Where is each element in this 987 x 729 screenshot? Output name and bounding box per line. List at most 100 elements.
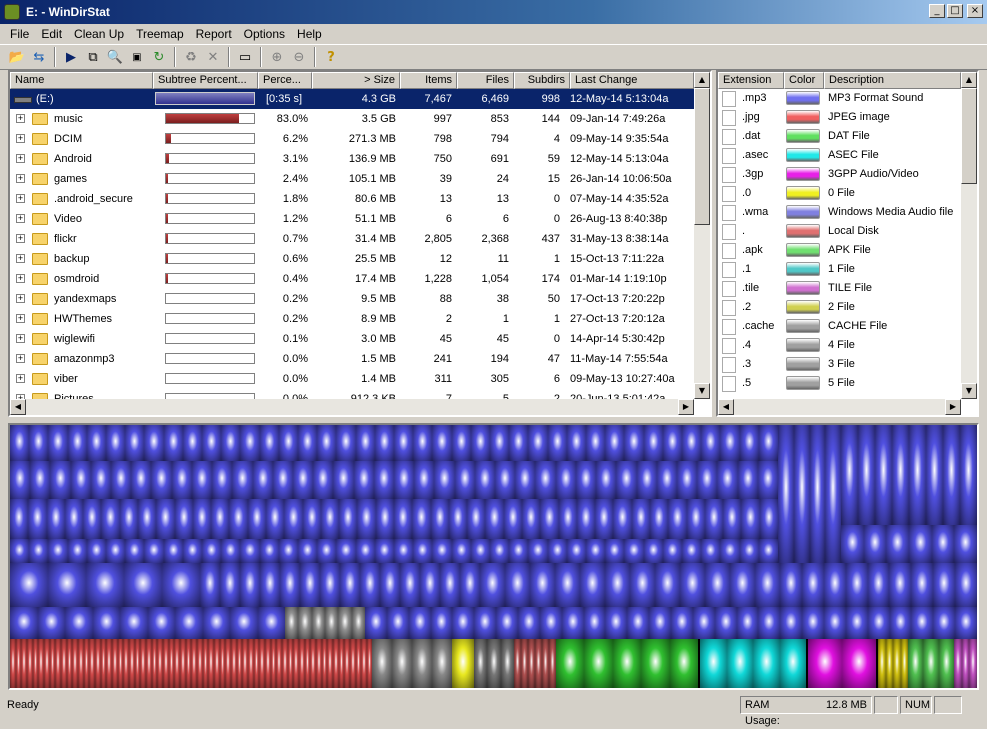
table-row[interactable]: + games 2.4% 105.1 MB 39 24 15 26-Jan-14 10:06:… xyxy=(10,169,694,189)
treemap-cell-dat[interactable] xyxy=(556,639,585,688)
treemap-cell-mp3[interactable] xyxy=(394,499,413,539)
treemap-cell-mp3[interactable] xyxy=(780,563,802,607)
treemap-cell-mp3[interactable] xyxy=(701,539,721,563)
treemap[interactable] xyxy=(8,423,979,690)
treemap-cell-mp3[interactable] xyxy=(147,607,175,639)
table-row[interactable]: + Android 3.1% 136.9 MB 750 691 59 12-May-14 5:… xyxy=(10,149,694,169)
copy-icon[interactable]: ⧉ xyxy=(82,46,104,68)
treemap-cell-mp3[interactable] xyxy=(720,425,740,461)
treemap-cell-mp3[interactable] xyxy=(825,425,841,563)
treemap-cell-mp3[interactable] xyxy=(413,425,433,461)
treemap-cell-mp3[interactable] xyxy=(357,499,376,539)
list-item[interactable]: .0 0 File xyxy=(718,184,961,203)
treemap-cell-mp3[interactable] xyxy=(576,499,596,539)
treemap-cell-dat[interactable] xyxy=(669,639,698,688)
treemap-cell-misc[interactable] xyxy=(500,639,514,688)
treemap-cell-mp3[interactable] xyxy=(124,563,162,607)
minimize-button[interactable]: _ xyxy=(929,4,945,18)
treemap-cell-tile[interactable] xyxy=(961,639,970,688)
treemap-cell-mp3[interactable] xyxy=(174,499,193,539)
treemap-cell-mp3[interactable] xyxy=(676,461,698,499)
treemap-cell-mp3[interactable] xyxy=(662,539,682,563)
treemap-cell-mp3[interactable] xyxy=(70,461,91,499)
treemap-cell-mp3[interactable] xyxy=(232,461,253,499)
list-item[interactable]: .apk APK File xyxy=(718,241,961,260)
treemap-cell-mp3[interactable] xyxy=(182,425,202,461)
treemap-cell-mp3[interactable] xyxy=(575,461,597,499)
treemap-cell-mp3[interactable] xyxy=(151,461,172,499)
col-name[interactable]: Name xyxy=(10,72,153,89)
treemap-cell-mp3[interactable] xyxy=(259,539,279,563)
menu-help[interactable]: Help xyxy=(291,27,328,41)
treemap-cell-mp3[interactable] xyxy=(509,539,529,563)
treemap-cell-mp3[interactable] xyxy=(125,425,145,461)
treemap-cell-mp3[interactable] xyxy=(539,607,562,639)
list-item[interactable]: .3 3 File xyxy=(718,355,961,374)
treemap-cell-mp3[interactable] xyxy=(809,425,826,563)
treemap-cell-mp3[interactable] xyxy=(656,461,677,499)
treemap-cell-mp3[interactable] xyxy=(875,425,892,525)
list-item[interactable]: .tile TILE File xyxy=(718,279,961,298)
treemap-cell-mp3[interactable] xyxy=(605,563,630,607)
treemap-cell-mp3[interactable] xyxy=(452,607,475,639)
treemap-cell-mp3[interactable] xyxy=(858,425,875,525)
treemap-cell-mp3[interactable] xyxy=(643,425,663,461)
expand-icon[interactable]: + xyxy=(16,234,25,243)
treemap-cell-mp3[interactable] xyxy=(470,425,490,461)
treemap-cell-mp3[interactable] xyxy=(474,461,496,499)
treemap-cell-mp3[interactable] xyxy=(278,539,298,563)
treemap-cell-0[interactable] xyxy=(900,639,908,688)
treemap-cell-mp3[interactable] xyxy=(627,607,650,639)
treemap-cell-mp3[interactable] xyxy=(555,563,580,607)
treemap-cell-mp3[interactable] xyxy=(202,607,230,639)
treemap-cell-mp3[interactable] xyxy=(566,425,586,461)
treemap-cell-mp3[interactable] xyxy=(260,563,280,607)
treemap-cell-mp3[interactable] xyxy=(284,499,303,539)
treemap-cell-dat[interactable] xyxy=(521,639,528,688)
treemap-cell-mp3[interactable] xyxy=(365,607,387,639)
treemap-cell-mp3[interactable] xyxy=(46,499,65,539)
list-item[interactable]: .2 2 File xyxy=(718,298,961,317)
treemap-cell-mp3[interactable] xyxy=(583,607,606,639)
treemap-cell-mp3[interactable] xyxy=(212,461,233,499)
treemap-cell-mp3[interactable] xyxy=(292,461,314,499)
treemap-cell-mp3[interactable] xyxy=(467,499,486,539)
treemap-cell-mp3[interactable] xyxy=(83,499,102,539)
extlist-vertical-scrollbar[interactable]: ▲ ▼ xyxy=(961,72,977,399)
treemap-cell-mp3[interactable] xyxy=(736,607,759,639)
close-button[interactable]: × xyxy=(967,4,983,18)
treemap-cell-mp3[interactable] xyxy=(48,563,86,607)
treemap-cell-mp3[interactable] xyxy=(926,425,943,525)
treemap-cell-mp3[interactable] xyxy=(624,539,644,563)
expand-icon[interactable]: + xyxy=(16,174,25,183)
treemap-cell-mp3[interactable] xyxy=(680,563,705,607)
treemap-cell-mp3[interactable] xyxy=(668,499,687,539)
treemap-cell-mp3[interactable] xyxy=(739,425,759,461)
treemap-cell-mp3[interactable] xyxy=(144,539,164,563)
treemap-cell-mp3[interactable] xyxy=(10,539,30,563)
list-item[interactable]: .dat DAT File xyxy=(718,127,961,146)
treemap-cell-mp3[interactable] xyxy=(64,499,84,539)
treemap-cell-misc[interactable] xyxy=(392,639,412,688)
treemap-cell-mp3[interactable] xyxy=(841,425,858,525)
col-color[interactable]: Color xyxy=(784,72,824,89)
treemap-cell-mp3[interactable] xyxy=(889,607,912,639)
treemap-cell-mp3[interactable] xyxy=(448,499,468,539)
treemap-cell-mp3[interactable] xyxy=(630,563,655,607)
treemap-cell-mp3[interactable] xyxy=(340,563,360,607)
extension-list[interactable]: Extension Color Description .mp3 MP3 Form… xyxy=(716,70,979,417)
treemap-cell-mp3[interactable] xyxy=(202,425,222,461)
treemap-cell-mp3[interactable] xyxy=(111,461,132,499)
treemap-cell-dat[interactable] xyxy=(641,639,670,688)
treemap-cell-asec[interactable] xyxy=(726,639,753,688)
expand-icon[interactable]: + xyxy=(16,114,25,123)
treemap-cell-mp3[interactable] xyxy=(386,607,409,639)
treemap-cell-mp3[interactable] xyxy=(92,607,120,639)
treemap-cell-3gp[interactable] xyxy=(808,639,842,688)
treemap-cell-mp3[interactable] xyxy=(780,607,803,639)
treemap-cell-mp3[interactable] xyxy=(29,425,49,461)
treemap-cell-mp3[interactable] xyxy=(955,563,977,607)
treemap-cell-mp3[interactable] xyxy=(586,425,606,461)
treemap-cell-mp3[interactable] xyxy=(86,539,106,563)
table-row[interactable]: + DCIM 6.2% 271.3 MB 798 794 4 09-May-14 9:35:5… xyxy=(10,129,694,149)
